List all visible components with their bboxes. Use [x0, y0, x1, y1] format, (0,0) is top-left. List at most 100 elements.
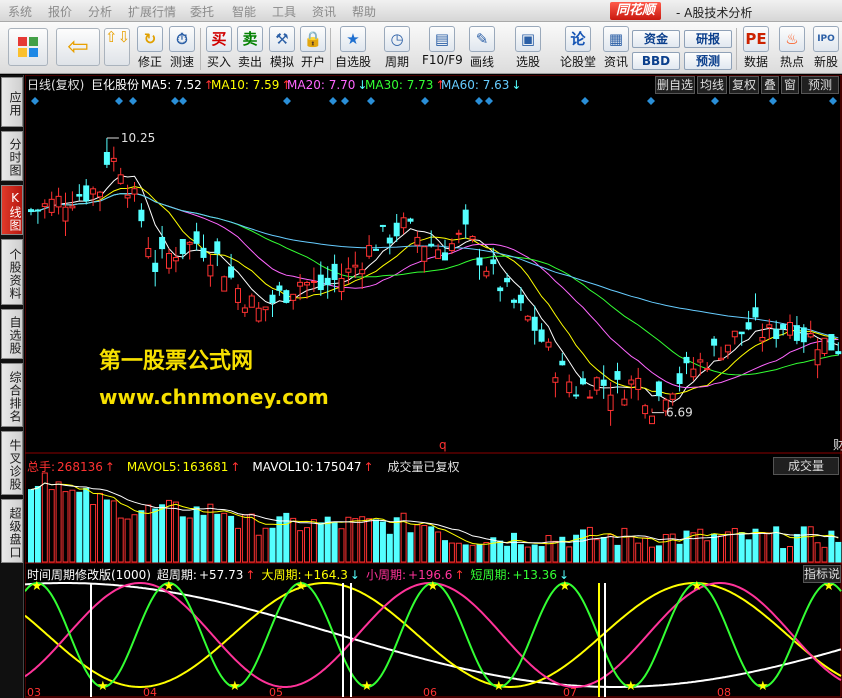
event-marker-icon[interactable]	[115, 97, 123, 105]
candlestick[interactable]	[138, 203, 145, 228]
candlestick[interactable]	[538, 323, 545, 343]
candlestick[interactable]	[255, 301, 262, 323]
hot-button[interactable]: ♨ 热点	[776, 24, 808, 72]
candlestick[interactable]	[731, 330, 738, 345]
candlestick[interactable]	[338, 263, 345, 301]
sell-button[interactable]: 卖卖出	[234, 24, 266, 72]
candlestick[interactable]	[738, 331, 745, 346]
layout-grid-icon[interactable]	[8, 28, 48, 66]
event-marker-icon[interactable]	[171, 97, 179, 105]
candlestick[interactable]	[600, 365, 607, 399]
sidebar-tab-profile[interactable]: 个股资料	[1, 239, 23, 305]
volume-panel-button[interactable]: 成交量	[773, 457, 839, 475]
candlestick[interactable]	[117, 167, 124, 185]
candlestick[interactable]	[793, 316, 800, 345]
menu-item[interactable]: 工具	[272, 3, 296, 20]
candlestick[interactable]	[166, 248, 172, 274]
candlestick[interactable]	[110, 146, 117, 172]
select-stock-button[interactable]: ▣ 选股	[512, 24, 544, 72]
event-marker-icon[interactable]	[711, 97, 719, 105]
research-report-button[interactable]: 研报	[684, 30, 732, 48]
data-button[interactable]: PE 数据	[740, 24, 772, 72]
candlestick[interactable]	[821, 337, 828, 357]
indicator-help-button[interactable]: 指标说	[803, 565, 841, 583]
event-marker-icon[interactable]	[129, 97, 137, 105]
candlestick[interactable]	[248, 293, 255, 308]
forum-button[interactable]: 论论股堂	[558, 24, 598, 72]
candlestick[interactable]	[90, 186, 97, 206]
moving-average-button[interactable]: 均线	[697, 76, 727, 94]
event-marker-icon[interactable]	[485, 97, 493, 105]
new-stock-button[interactable]: IPO 新股	[810, 24, 842, 72]
candlestick[interactable]	[152, 250, 159, 287]
chart-area[interactable]: 日线(复权) 巨化股份 MA5: 7.52 ↑ MA10: 7.59 ↑ MA20: 7.7…	[25, 75, 842, 698]
overlay-button[interactable]: 叠	[761, 76, 779, 94]
event-marker-icon[interactable]	[283, 97, 291, 105]
restore-button[interactable]: ↻ 修正	[134, 24, 166, 72]
candlestick[interactable]	[690, 357, 697, 381]
candlestick[interactable]	[193, 222, 200, 251]
sidebar-tab-kline[interactable]: K线图	[1, 185, 23, 235]
candlestick[interactable]	[131, 181, 138, 202]
sidebar-tab-superboard[interactable]: 超级盘口	[1, 499, 23, 563]
candlestick[interactable]	[497, 285, 504, 302]
candlestick[interactable]	[421, 245, 428, 273]
event-marker-icon[interactable]	[31, 97, 39, 105]
candlestick[interactable]	[683, 351, 690, 375]
candlestick[interactable]	[773, 320, 780, 348]
event-marker-icon[interactable]	[829, 97, 837, 105]
sidebar-tab-ranking[interactable]: 综合排名	[1, 363, 23, 427]
candlestick[interactable]	[159, 225, 166, 259]
menu-item[interactable]: 委托	[190, 3, 214, 20]
news-button[interactable]: ▦ 资讯	[600, 24, 632, 72]
event-marker-icon[interactable]	[475, 97, 483, 105]
candlestick[interactable]	[800, 324, 807, 353]
candlestick[interactable]	[262, 306, 269, 322]
back-arrow-icon[interactable]: ⇦	[56, 28, 100, 66]
candlestick[interactable]	[76, 184, 83, 201]
candlestick[interactable]	[324, 266, 331, 299]
sidebar-tab-diagnosis[interactable]: 牛叉诊股	[1, 431, 23, 495]
candlestick[interactable]	[69, 191, 76, 211]
candlestick[interactable]	[34, 208, 41, 224]
event-marker-icon[interactable]	[367, 97, 375, 105]
candlestick[interactable]	[607, 382, 614, 426]
candlestick[interactable]	[745, 310, 752, 331]
candlestick[interactable]	[442, 239, 448, 261]
candlestick[interactable]	[366, 235, 373, 259]
simulate-button[interactable]: ⚒ 模拟	[266, 24, 298, 72]
window-button[interactable]: 窗	[781, 76, 799, 94]
candlestick[interactable]	[483, 266, 490, 279]
menu-item[interactable]: 智能	[232, 3, 256, 20]
candlestick[interactable]	[828, 334, 835, 351]
candlestick[interactable]	[511, 298, 517, 309]
candlestick[interactable]	[276, 281, 283, 296]
candlestick[interactable]	[386, 234, 393, 255]
remove-watchlist-button[interactable]: 删自选	[655, 76, 695, 94]
candlestick[interactable]	[345, 257, 352, 285]
watchlist-button[interactable]: ★ 自选股	[333, 24, 373, 72]
candlestick[interactable]	[669, 392, 676, 406]
candlestick[interactable]	[814, 338, 821, 379]
candlestick[interactable]	[566, 374, 573, 398]
candlestick[interactable]	[593, 376, 600, 395]
up-down-arrow-icon[interactable]: ⇧⇩	[104, 28, 130, 66]
event-marker-icon[interactable]	[341, 97, 349, 105]
candlestick[interactable]	[103, 138, 110, 168]
candlestick[interactable]	[407, 217, 414, 224]
candlestick[interactable]	[573, 386, 580, 399]
candlestick[interactable]	[462, 204, 469, 239]
candlestick[interactable]	[235, 284, 241, 310]
candlestick[interactable]	[145, 237, 152, 259]
candlestick[interactable]	[476, 248, 483, 280]
menu-item[interactable]: 报价	[48, 3, 72, 20]
candlestick[interactable]	[711, 336, 718, 357]
candlestick[interactable]	[559, 352, 566, 366]
menu-item[interactable]: 扩展行情	[128, 3, 176, 20]
candlestick[interactable]	[676, 366, 683, 392]
candlestick[interactable]	[752, 293, 759, 321]
candlestick[interactable]	[649, 408, 655, 425]
speed-test-button[interactable]: ⏱ 测速	[166, 24, 198, 72]
candlestick[interactable]	[635, 367, 642, 401]
menu-item[interactable]: 系统	[8, 3, 32, 20]
